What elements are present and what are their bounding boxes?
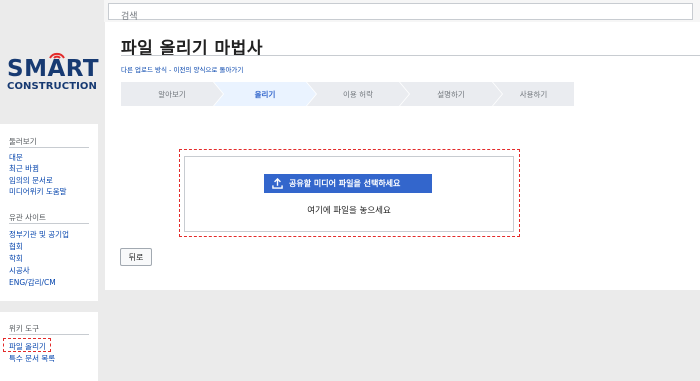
step-upload: 올리기 [214, 82, 316, 106]
sidebar-item-mediawiki-help[interactable]: 미디어위키 도움말 [9, 186, 67, 197]
sidebar-item-government[interactable]: 정부기관 및 공기업 [9, 229, 69, 240]
sidebar-item-eng-cm[interactable]: ENG/감리/CM [9, 277, 56, 288]
divider [9, 147, 89, 148]
logo-text-construction: CONSTRUCTION [7, 81, 98, 92]
alternate-upload-link[interactable]: 다른 업로드 방식 - 이전의 양식으로 돌아가기 [121, 64, 243, 74]
search-box[interactable] [108, 3, 693, 25]
sidebar-heading-browse: 둘러보기 [9, 137, 37, 146]
select-media-label: 공유할 미디어 파일을 선택하세요 [289, 179, 401, 188]
sidebar-heading-related: 유관 사이트 [9, 213, 46, 222]
drop-hint: 여기에 파일을 놓으세요 [307, 206, 391, 216]
logo-text-smart: SMART [7, 56, 100, 82]
step-describe: 설명하기 [400, 82, 502, 106]
step-license: 이용 허락 [307, 82, 409, 106]
divider [9, 334, 89, 335]
sidebar-item-random-page[interactable]: 임의의 문서로 [9, 175, 53, 186]
highlight-annotation [3, 338, 51, 352]
sidebar-item-societies[interactable]: 학회 [9, 253, 23, 264]
back-button[interactable]: 뒤로 [120, 248, 152, 266]
divider [9, 223, 89, 224]
sidebar-heading-tools: 위키 도구 [9, 324, 39, 333]
title-divider [121, 55, 700, 56]
upload-icon [272, 178, 283, 189]
site-logo[interactable]: SMART CONSTRUCTION [2, 46, 100, 102]
select-media-button[interactable]: 공유할 미디어 파일을 선택하세요 [264, 174, 432, 193]
file-drop-zone[interactable] [184, 156, 514, 232]
sidebar-item-contractors[interactable]: 시공사 [9, 265, 30, 276]
sidebar-item-recent-changes[interactable]: 최근 바뀜 [9, 163, 39, 174]
sidebar-item-associations[interactable]: 협회 [9, 241, 23, 252]
sidebar-item-main-page[interactable]: 대문 [9, 152, 23, 163]
sidebar-item-special-pages[interactable]: 특수 문서 목록 [9, 353, 55, 364]
step-learn: 알아보기 [121, 82, 223, 106]
step-use: 사용하기 [493, 82, 574, 106]
